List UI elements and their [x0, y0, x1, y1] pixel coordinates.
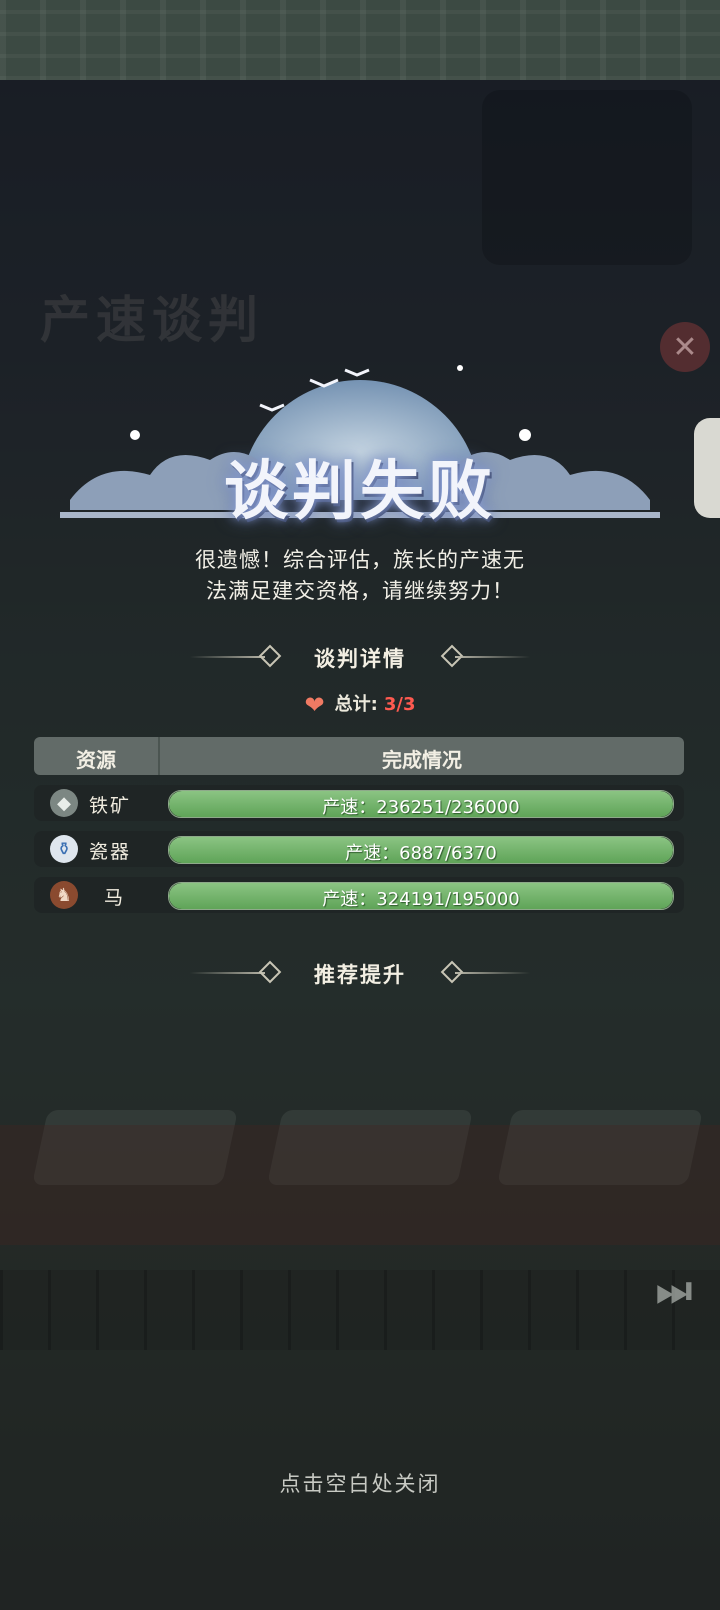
column-resource: 资源: [76, 748, 116, 772]
iron-ore-icon: ◆: [50, 789, 78, 817]
divider-right: [455, 656, 530, 658]
total-counter: ❤ 总计: 3/3: [0, 690, 720, 719]
heart-icon: ❤: [304, 691, 325, 719]
skip-icon: ⏭: [656, 1268, 692, 1314]
resource-name: 瓷器: [89, 841, 132, 863]
horse-icon: ♞: [50, 881, 78, 909]
details-header: 谈判详情: [314, 647, 406, 671]
progress-text: 产速：236251/236000: [322, 797, 520, 818]
close-hint[interactable]: 点击空白处关闭: [0, 1468, 720, 1498]
table-header: 资源 完成情况: [34, 737, 684, 775]
table-row: ♞ 马 产速：324191/195000: [34, 877, 684, 913]
total-value: 3/3: [383, 694, 416, 715]
progress-text: 产速：6887/6370: [345, 843, 497, 864]
progress-bar: 产速：236251/236000: [168, 790, 674, 818]
popup-title: 谈判失败: [224, 454, 496, 529]
failure-message-line1: 很遗憾！综合评估，族长的产速无: [195, 548, 525, 572]
failure-message-line2: 法满足建交资格，请继续努力！: [206, 579, 514, 603]
resource-name: 铁矿: [89, 795, 132, 817]
close-icon: ✕: [660, 322, 710, 372]
failure-message: 很遗憾！综合评估，族长的产速无 法满足建交资格，请继续努力！: [0, 545, 720, 607]
table-row: ⚱ 瓷器 产速：6887/6370: [34, 831, 684, 867]
recommend-header: 推荐提升: [314, 963, 406, 987]
porcelain-vase-icon: ⚱: [50, 835, 78, 863]
column-status: 完成情况: [382, 748, 462, 772]
progress-bar: 产速：324191/195000: [168, 882, 674, 910]
table-row: ◆ 铁矿 产速：236251/236000: [34, 785, 684, 821]
divider-right: [455, 972, 530, 974]
total-label: 总计:: [334, 694, 378, 715]
progress-text: 产速：324191/195000: [322, 889, 520, 910]
top-ornament-border: [0, 0, 720, 80]
resource-name: 马: [104, 887, 126, 909]
progress-bar: 产速：6887/6370: [168, 836, 674, 864]
